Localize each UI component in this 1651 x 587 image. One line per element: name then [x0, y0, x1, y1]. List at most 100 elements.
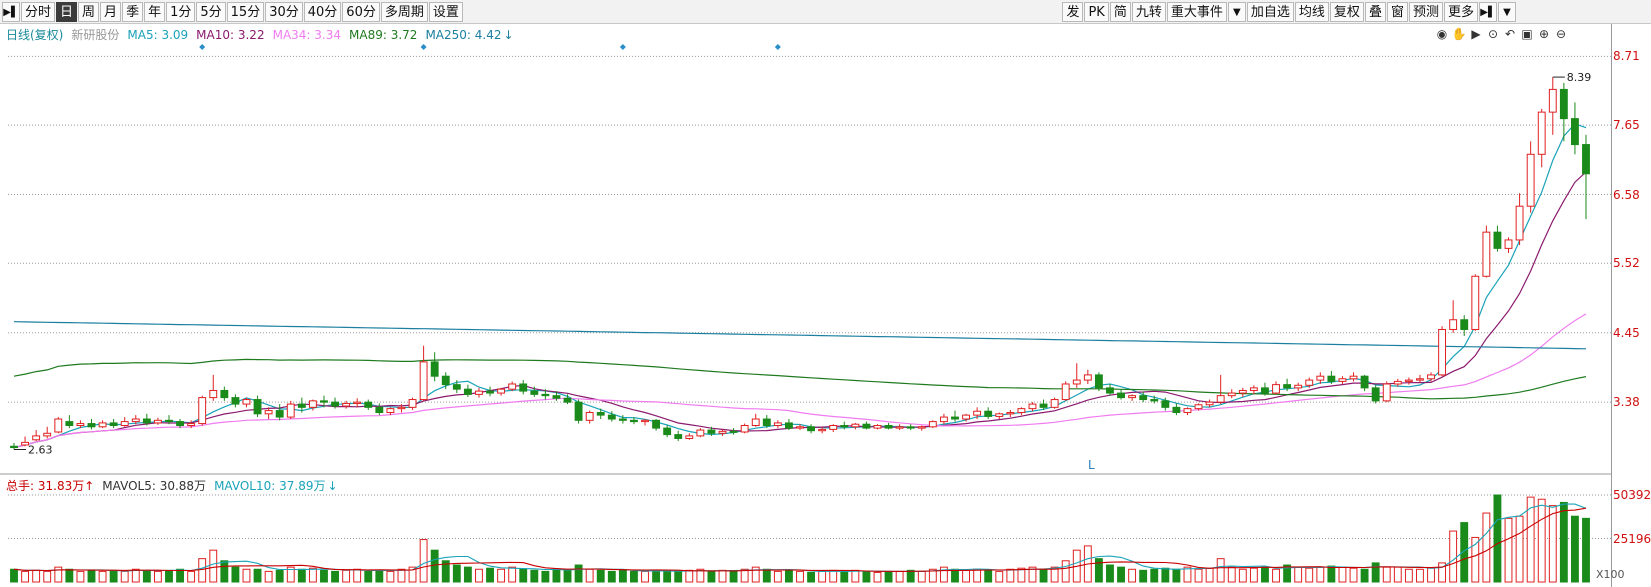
candle-body — [1050, 399, 1059, 408]
volume-bar — [1559, 501, 1568, 583]
volume-bar — [120, 570, 129, 583]
volume-bar — [297, 568, 306, 583]
candle-body — [463, 388, 472, 395]
volume-bar — [397, 568, 406, 583]
volume-bar — [10, 568, 18, 583]
volume-bar — [906, 569, 915, 583]
volume-bar — [895, 570, 904, 583]
volume-bar — [1371, 562, 1380, 583]
volume-bar — [131, 568, 140, 583]
volume-bar — [1382, 566, 1391, 583]
candle-body — [1061, 383, 1070, 401]
candle-body — [1537, 111, 1546, 155]
volume-bar — [641, 570, 649, 583]
volume-bar — [463, 566, 472, 583]
volume-bar — [519, 568, 528, 583]
volume-bar — [1338, 566, 1347, 583]
candle-body — [563, 397, 572, 403]
volume-bar — [1106, 564, 1114, 583]
price-axis-label: 4.45 — [1613, 325, 1640, 340]
volume-bar — [1349, 567, 1358, 583]
candle-body — [253, 399, 262, 415]
candle-body — [1360, 375, 1369, 389]
candle-body — [397, 406, 406, 410]
candle-body — [873, 425, 882, 429]
volume-bar — [242, 568, 251, 583]
candle-body — [76, 423, 85, 427]
volume-bar — [209, 549, 218, 583]
volume-bar — [585, 568, 594, 583]
volume-bar — [1582, 517, 1590, 583]
min-price-label: 2.63 — [28, 444, 53, 457]
candle-body — [1582, 144, 1590, 175]
volume-bar — [552, 568, 561, 583]
candle-body — [1449, 319, 1458, 330]
candle-body — [1570, 118, 1579, 146]
candle-body — [1072, 379, 1081, 385]
volume-bar — [685, 569, 694, 583]
candle-body — [917, 426, 926, 429]
volume-bar — [674, 570, 683, 583]
candle-body — [895, 426, 904, 429]
candle-body — [1183, 408, 1192, 414]
candle-body — [1559, 88, 1568, 120]
price-axis-label: 7.65 — [1613, 118, 1640, 133]
volume-bar — [386, 570, 395, 583]
candle-body — [1272, 384, 1280, 394]
volume-axis-label: 25196 — [1613, 531, 1651, 546]
candle-body — [1371, 387, 1380, 402]
volume-bar — [607, 570, 616, 583]
candle-body — [1427, 374, 1435, 380]
candle-body — [1393, 380, 1402, 385]
candle-body — [818, 428, 827, 432]
volume-bar — [630, 570, 638, 583]
candle-body — [286, 403, 295, 418]
volume-bar — [1393, 566, 1402, 583]
volume-bar — [1404, 568, 1413, 583]
ma250-line — [13, 321, 1587, 350]
volume-bar — [1449, 530, 1458, 583]
volume-bar — [796, 570, 804, 583]
candle-body — [1515, 205, 1524, 241]
volume-bar — [198, 558, 207, 583]
max-price-label: 8.39 — [1567, 71, 1592, 84]
candle-body — [1493, 231, 1502, 249]
candle-body — [1382, 383, 1391, 402]
candle-body — [87, 423, 96, 428]
volume-bar — [231, 566, 240, 583]
volume-bar — [486, 567, 494, 583]
candle-body — [1526, 153, 1535, 207]
volume-bar — [563, 569, 572, 583]
candle-body — [220, 389, 229, 399]
candle-body — [1216, 395, 1225, 403]
candle-body — [375, 406, 384, 414]
volume-bar — [430, 549, 439, 583]
candle-body — [1172, 406, 1181, 414]
candle-body — [674, 434, 683, 439]
candle-body — [65, 421, 74, 427]
candle-body — [142, 418, 151, 424]
candle-body — [342, 402, 351, 407]
volume-bar — [1216, 558, 1225, 583]
candle-body — [98, 422, 107, 428]
candle-body — [1261, 387, 1269, 394]
candle-body — [1349, 375, 1358, 380]
event-marker-l[interactable]: L — [1088, 458, 1095, 472]
candle-body — [762, 418, 771, 427]
candle-body — [519, 383, 528, 392]
volume-bar — [762, 568, 771, 583]
volume-bar — [729, 570, 738, 583]
volume-bar — [618, 569, 627, 583]
volume-bar — [142, 569, 151, 583]
volume-bar — [596, 569, 605, 583]
ma10-line — [13, 171, 1587, 449]
candle-body — [131, 418, 140, 423]
candle-body — [663, 427, 672, 436]
candle-body — [1294, 384, 1303, 389]
candle-body — [430, 361, 439, 377]
candle-body — [1548, 88, 1557, 113]
candle-body — [729, 430, 738, 433]
volume-bar — [220, 560, 229, 583]
volume-bar — [1061, 560, 1070, 583]
kline-chart[interactable]: 8.39 2.63 — [0, 0, 1611, 587]
